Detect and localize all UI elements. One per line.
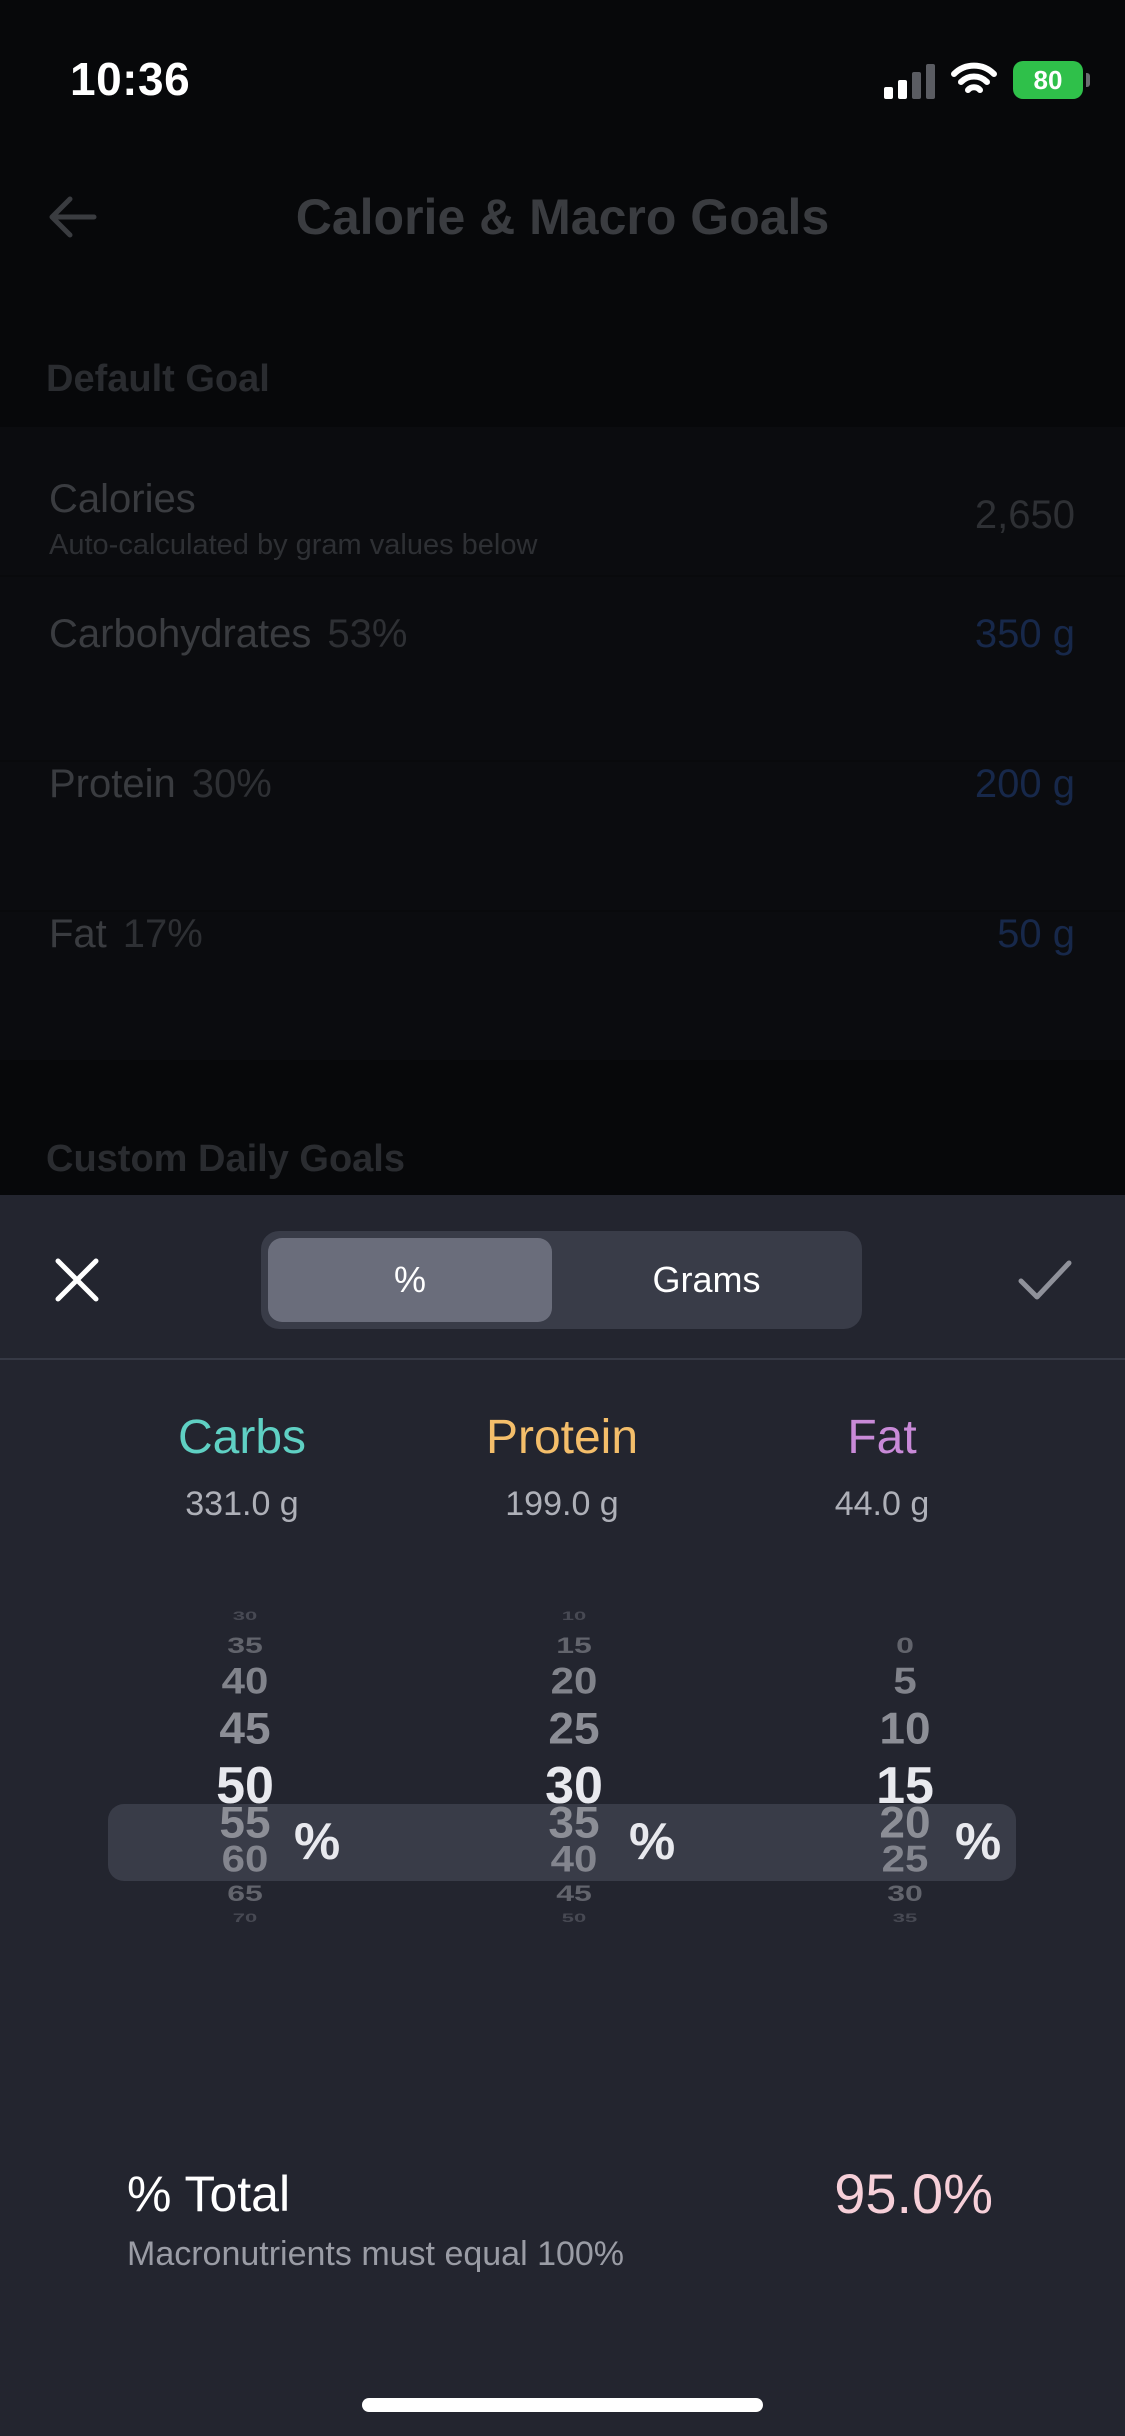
picker-option[interactable]: 30 <box>805 1881 1005 1907</box>
default-goal-list: Calories Auto-calculated by gram values … <box>0 427 1125 1060</box>
protein-percent-sign: % <box>629 1813 676 1871</box>
status-time: 10:36 <box>70 53 191 105</box>
goal-value: 2,650 <box>974 493 1075 537</box>
cellular-signal-icon <box>884 61 935 99</box>
picker-option[interactable]: 30 <box>145 1609 345 1623</box>
goal-percent: 30% <box>191 762 272 806</box>
goal-name: Protein 30% <box>49 762 272 807</box>
picker-option[interactable]: 25 <box>474 1702 674 1754</box>
picker-option[interactable]: 70 <box>145 1911 345 1925</box>
picker-option[interactable]: 45 <box>145 1702 345 1754</box>
picker-option[interactable]: 10 <box>805 1702 1005 1754</box>
goal-value: 50 g <box>997 912 1075 956</box>
total-label: % Total <box>127 2166 291 2222</box>
goal-percent: 53% <box>327 612 408 656</box>
picker-option[interactable]: 35 <box>145 1633 345 1659</box>
total-value: 95.0% <box>834 2162 993 2225</box>
battery-level: 80 <box>1033 64 1063 95</box>
picker-option[interactable]: 45 <box>474 1881 674 1907</box>
goal-label: Fat <box>49 912 107 956</box>
goal-percent: 17% <box>122 912 203 956</box>
goal-row-protein[interactable]: Protein 30% 200 g <box>0 762 1125 912</box>
status-icons: 80 <box>884 58 1090 102</box>
header: Calorie & Macro Goals <box>0 160 1125 270</box>
picker-option[interactable]: 35 <box>805 1911 1005 1925</box>
section-label-default-goal: Default Goal <box>46 358 270 400</box>
goal-label: Carbohydrates <box>49 612 312 656</box>
goal-name: Carbohydrates 53% <box>49 612 407 657</box>
goal-value: 350 g <box>974 612 1075 656</box>
picker-option[interactable]: 10 <box>474 1609 674 1623</box>
battery-icon: 80 <box>1013 61 1090 99</box>
close-icon[interactable] <box>52 1255 102 1305</box>
carbs-percent-sign: % <box>294 1813 341 1871</box>
goal-value: 200 g <box>974 762 1075 806</box>
picker-option[interactable]: 65 <box>145 1881 345 1907</box>
section-label-custom-daily-goals: Custom Daily Goals <box>46 1138 405 1180</box>
goal-name: Calories <box>49 477 196 521</box>
checkmark-icon[interactable] <box>1017 1257 1073 1303</box>
picker-option[interactable]: 40 <box>145 1660 345 1702</box>
goal-row-calories[interactable]: Calories Auto-calculated by gram values … <box>0 427 1125 577</box>
picker-option[interactable]: 5 <box>805 1660 1005 1702</box>
total-subtitle: Macronutrients must equal 100% <box>127 2235 625 2273</box>
home-indicator <box>362 2398 763 2412</box>
goal-name: Fat 17% <box>49 912 203 957</box>
macro-picker-sheet: % Grams Carbs 331.0 g Protein 199.0 g Fa… <box>0 1195 1125 2436</box>
goal-label: Protein <box>49 762 176 806</box>
fat-percent-sign: % <box>955 1813 1002 1871</box>
picker-option[interactable]: 15 <box>474 1633 674 1659</box>
wifi-icon <box>951 62 997 93</box>
picker-option[interactable]: 20 <box>474 1660 674 1702</box>
goal-row-fat[interactable]: Fat 17% 50 g <box>0 912 1125 1062</box>
background-page: 10:36 80 Calorie & Macro Goals Default G… <box>0 0 1125 1195</box>
status-bar: 10:36 80 <box>0 0 1125 160</box>
picker-option[interactable]: 50 <box>474 1911 674 1925</box>
goal-subtitle: Auto-calculated by gram values below <box>49 529 538 561</box>
page-title: Calorie & Macro Goals <box>295 189 830 245</box>
picker-option[interactable]: 0 <box>805 1633 1005 1659</box>
goal-row-carbohydrates[interactable]: Carbohydrates 53% 350 g <box>0 612 1125 762</box>
